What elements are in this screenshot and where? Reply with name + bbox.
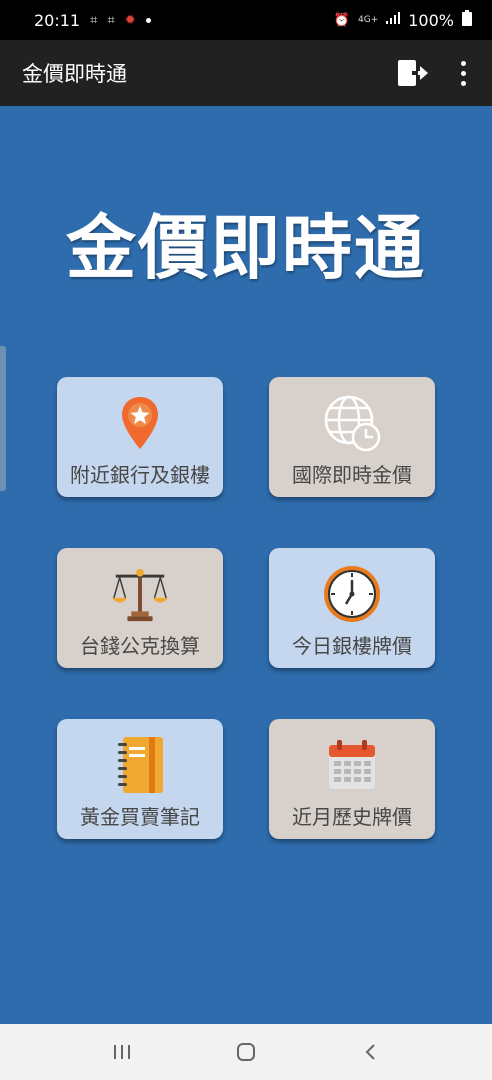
tile-monthly-history-price[interactable]: 近月歷史牌價 [269, 719, 435, 839]
status-time: 20:11 [34, 10, 81, 30]
battery-percent: 100% [408, 10, 454, 30]
app-title: 金價即時通 [22, 62, 127, 86]
more-vert-icon [460, 60, 466, 66]
tile-label: 黃金買賣筆記 [80, 805, 200, 829]
status-bar: 20:11 ⌗ ⌗ ✹ ⏰ 4G+ 100% [0, 0, 492, 40]
tile-label: 近月歷史牌價 [292, 805, 412, 829]
hero-title: 金價即時通 [66, 207, 426, 289]
more-options-button[interactable] [454, 58, 472, 88]
recent-apps-button[interactable] [102, 1032, 142, 1072]
edge-panel-handle[interactable] [0, 346, 6, 491]
screenshot-icon: ⌗ [90, 12, 98, 28]
back-icon [365, 1044, 375, 1060]
exit-icon [398, 60, 428, 86]
globe-clock-icon [322, 393, 382, 453]
tile-today-bank-price[interactable]: 今日銀樓牌價 [269, 548, 435, 668]
tile-label: 今日銀樓牌價 [292, 634, 412, 658]
app-bar: 金價即時通 [0, 40, 492, 106]
tile-label: 附近銀行及銀樓 [70, 463, 210, 487]
main-content: 金價即時通 附近銀行及銀樓 國際即時金價 台錢公克換算 今日銀樓牌價 黃金買賣筆… [0, 106, 492, 1024]
tile-gold-notes[interactable]: 黃金買賣筆記 [57, 719, 223, 839]
signal-icon [386, 12, 401, 28]
recent-apps-icon [114, 1045, 130, 1059]
tile-nearby-banks[interactable]: 附近銀行及銀樓 [57, 377, 223, 497]
notification-icon: ✹ [124, 12, 136, 28]
screen-record-icon: ⌗ [107, 12, 115, 28]
clock-icon [322, 564, 382, 624]
alarm-icon: ⏰ [333, 12, 350, 28]
tile-weight-converter[interactable]: 台錢公克換算 [57, 548, 223, 668]
home-button[interactable] [226, 1032, 266, 1072]
system-nav-bar [0, 1024, 492, 1080]
notebook-icon [110, 735, 170, 795]
more-notifications-icon [145, 17, 151, 23]
tile-label: 台錢公克換算 [80, 634, 200, 658]
calendar-icon [322, 735, 382, 795]
network-type: 4G+ [358, 15, 379, 25]
home-icon [237, 1043, 255, 1061]
tile-label: 國際即時金價 [292, 463, 412, 487]
tile-international-gold-price[interactable]: 國際即時金價 [269, 377, 435, 497]
balance-scale-icon [110, 564, 170, 624]
back-button[interactable] [350, 1032, 390, 1072]
map-pin-star-icon [110, 393, 170, 453]
logout-button[interactable] [396, 56, 430, 90]
battery-icon [462, 10, 472, 30]
